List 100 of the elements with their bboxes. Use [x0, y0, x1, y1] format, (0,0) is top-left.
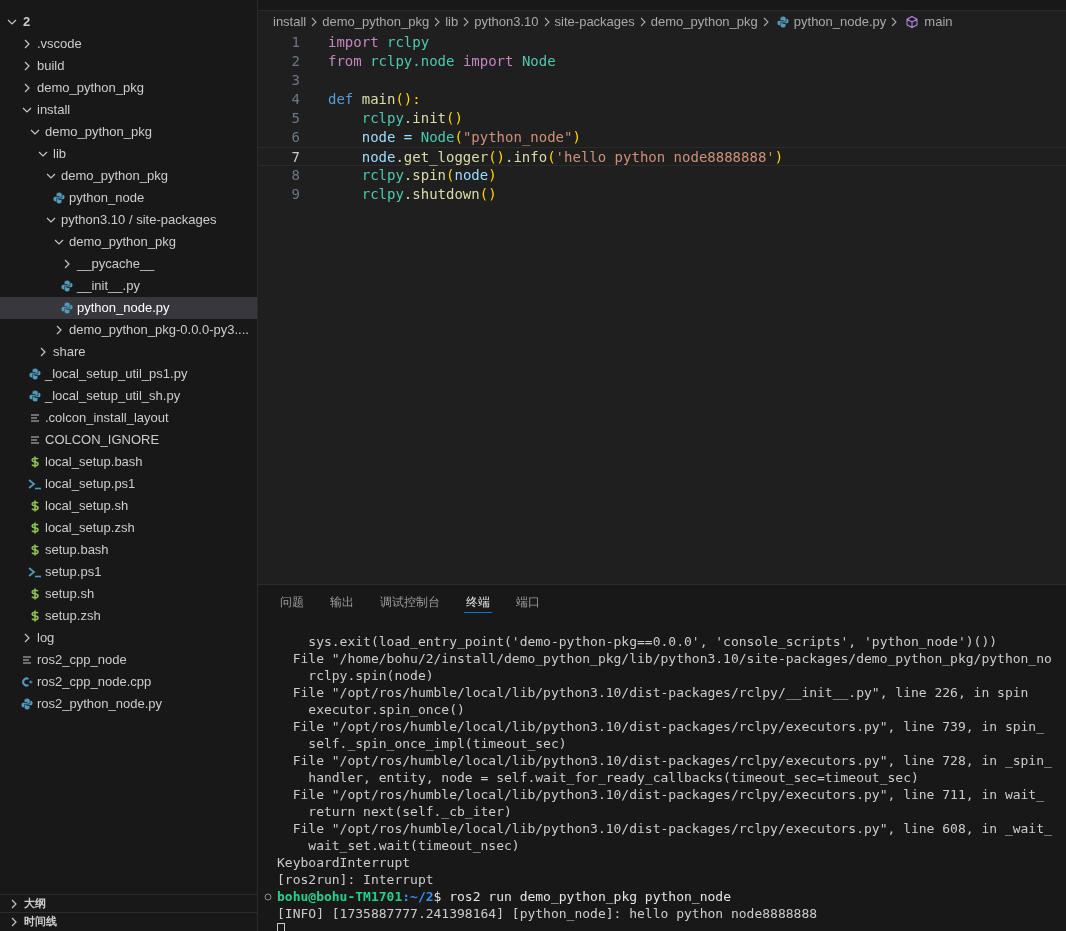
panel-tab[interactable]: 终端: [464, 591, 492, 613]
folder-name: __pycache__: [77, 255, 155, 274]
file-name: .colcon_install_layout: [45, 409, 169, 428]
terminal-line: File "/opt/ros/humble/local/lib/python3.10/dist-packages/rclpy/__init__.py", line 226, in spin: [291, 684, 1029, 701]
line-number: 2: [290, 52, 300, 71]
terminal-file-icon: [28, 566, 42, 578]
selected-row[interactable]: python_node.py: [0, 297, 257, 319]
file-name: setup.ps1: [45, 563, 102, 582]
line-number: 8: [290, 166, 300, 185]
folder-name: lib: [53, 145, 66, 164]
line-number: 6: [290, 128, 300, 147]
breadcrumb[interactable]: site-packages: [554, 12, 635, 32]
terminal-line: File "/home/bohu/2/install/demo_python_pkg/lib/python3.10/site-packages/demo_python_pkg/python_no: [291, 650, 1052, 667]
file-name: local_setup.sh: [45, 497, 129, 516]
terminal-line: File "/opt/ros/humble/local/lib/python3.10/dist-packages/rclpy/executors.py", line 608, in _wait_: [291, 820, 1052, 837]
folder-name: share: [53, 343, 86, 362]
file-name: python_node.py: [77, 299, 170, 318]
file-name: setup.sh: [45, 585, 95, 604]
terminal-line: KeyboardInterrupt: [277, 854, 411, 871]
terminal-line: File "/opt/ros/humble/local/lib/python3.10/dist-packages/rclpy/executors.py", line 728, in _spin_: [291, 752, 1052, 769]
terminal-file-icon: [28, 478, 42, 490]
python-file-icon: [61, 302, 73, 314]
file-name: local_setup.zsh: [45, 519, 135, 538]
folder-name: demo_python_pkg: [37, 79, 144, 98]
shell-file-icon: [29, 456, 41, 468]
section-header[interactable]: 时间线: [24, 913, 57, 930]
file-name: _local_setup_util_sh.py: [45, 387, 181, 406]
terminal-line: [INFO] [1735887777.241398164] [python_node]: hello python node8888888: [277, 905, 818, 922]
text-file-icon: [29, 412, 41, 424]
file-name: __init__.py: [77, 277, 140, 296]
breadcrumb[interactable]: demo_python_pkg: [650, 12, 758, 32]
line-number: 3: [290, 71, 300, 90]
folder-name: demo_python_pkg: [69, 233, 176, 252]
line-number: 9: [290, 185, 300, 204]
shell-file-icon: [29, 500, 41, 512]
code-line: from rclpy.node import Node: [328, 52, 556, 71]
code-line: rclpy.spin(node): [360, 166, 497, 185]
panel-tab[interactable]: 输出: [328, 591, 356, 613]
file-name: ros2_python_node.py: [37, 695, 163, 714]
line-number: 4: [290, 90, 300, 109]
file-name: setup.zsh: [45, 607, 101, 626]
workspace-name: 2: [23, 13, 31, 32]
code-line: rclpy.shutdown(): [360, 185, 497, 204]
breadcrumb[interactable]: demo_python_pkg: [322, 12, 430, 32]
folder-name: log: [37, 629, 55, 648]
file-name: local_setup.ps1: [45, 475, 136, 494]
code-line: rclpy.init(): [360, 109, 463, 128]
terminal-line: handler, entity, node = self.wait_for_ready_callbacks(timeout_sec=timeout_sec): [307, 769, 919, 786]
file-name: python_node: [69, 189, 145, 208]
circle-icon: [263, 892, 272, 901]
panel-tab[interactable]: 问题: [278, 591, 306, 613]
cpp-file-icon: [21, 676, 33, 688]
shell-file-icon: [29, 588, 41, 600]
file-name: ros2_cpp_node: [37, 651, 127, 670]
file-name: COLCON_IGNORE: [45, 431, 160, 450]
terminal-line: return next(self._cb_iter): [307, 803, 512, 820]
breadcrumb[interactable]: install: [273, 12, 307, 32]
file-name: _local_setup_util_ps1.py: [45, 365, 188, 384]
breadcrumb[interactable]: main: [924, 12, 953, 32]
file-name: ros2_cpp_node.cpp: [37, 673, 152, 692]
terminal-line: wait_set.wait(timeout_nsec): [307, 837, 520, 854]
section-header[interactable]: 大纲: [24, 895, 46, 912]
line-number: 7: [290, 148, 300, 165]
panel-tab[interactable]: 调试控制台: [378, 591, 442, 613]
terminal-line: executor.spin_once(): [307, 701, 465, 718]
folder-name: python3.10 / site-packages: [61, 211, 217, 230]
python-file-icon: [53, 192, 65, 204]
code-line: node = Node("python_node"): [360, 128, 581, 147]
shell-file-icon: [29, 610, 41, 622]
text-file-icon: [29, 434, 41, 446]
python-file-icon: [21, 698, 33, 710]
terminal-line: self._spin_once_impl(timeout_sec): [307, 735, 567, 752]
file-name: local_setup.bash: [45, 453, 143, 472]
code-line: import rclpy: [328, 33, 430, 52]
code-line: def main():: [328, 90, 421, 109]
breadcrumb[interactable]: python_node.py: [793, 12, 887, 32]
folder-name: demo_python_pkg-0.0.0-py3....: [69, 321, 249, 340]
python-file-icon: [776, 16, 789, 28]
folder-name: .vscode: [37, 35, 82, 54]
terminal-line: sys.exit(load_entry_point('demo-python-pkg==0.0.0', 'console_scripts', 'python_node')()): [307, 633, 998, 650]
terminal-line: rclpy.spin(node): [307, 667, 434, 684]
python-file-icon: [29, 368, 41, 380]
breadcrumb[interactable]: python3.10: [474, 12, 539, 32]
terminal-line: File "/opt/ros/humble/local/lib/python3.10/dist-packages/rclpy/executors.py", line 711, in wait_: [291, 786, 1044, 803]
file-name: setup.bash: [45, 541, 109, 560]
text-file-icon: [21, 654, 33, 666]
code-line: node.get_logger().info('hello python node8888888'): [360, 148, 784, 165]
shell-file-icon: [29, 522, 41, 534]
panel-tab[interactable]: 端口: [514, 591, 542, 613]
python-file-icon: [61, 280, 73, 292]
terminal-line: [ros2run]: Interrupt: [277, 871, 434, 888]
folder-name: demo_python_pkg: [45, 123, 152, 142]
terminal-line: File "/opt/ros/humble/local/lib/python3.10/dist-packages/rclpy/executors.py", line 739, in spin_: [291, 718, 1044, 735]
shell-file-icon: [29, 544, 41, 556]
breadcrumb[interactable]: lib: [445, 12, 459, 32]
line-number: 5: [290, 109, 300, 128]
folder-name: build: [37, 57, 65, 76]
folder-name: demo_python_pkg: [61, 167, 168, 186]
python-file-icon: [29, 390, 41, 402]
terminal-prompt-line: bohu@bohu-TM1701:~/2$ ros2 run demo_python_pkg python_node: [277, 888, 731, 905]
